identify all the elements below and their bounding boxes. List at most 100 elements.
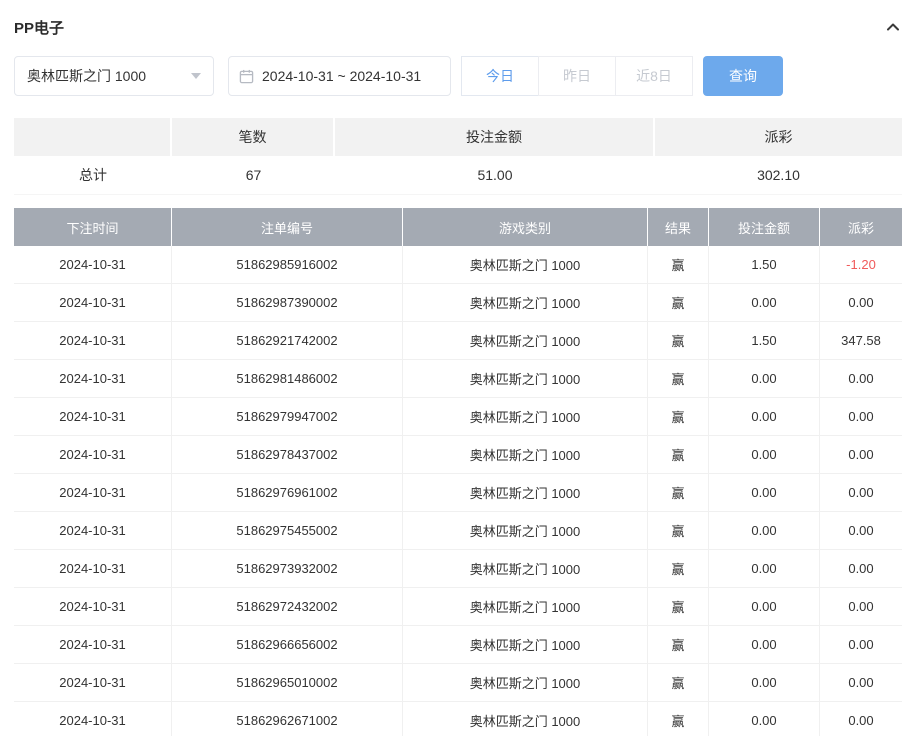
table-row: 2024-10-3151862979947002奥林匹斯之门 1000赢0.00… xyxy=(14,398,902,436)
search-button[interactable]: 查询 xyxy=(703,56,783,96)
cell-result: 赢 xyxy=(648,360,709,398)
table-row: 2024-10-3151862987390002奥林匹斯之门 1000赢0.00… xyxy=(14,284,902,322)
summary-table: 笔数 投注金额 派彩 总计 67 51.00 302.10 xyxy=(14,118,902,195)
summary-total-row: 总计 67 51.00 302.10 xyxy=(14,156,902,195)
col-header-bet-time: 下注时间 xyxy=(14,208,172,246)
cell-bet-id: 51862978437002 xyxy=(172,436,403,474)
cell-game-type: 奥林匹斯之门 1000 xyxy=(403,664,648,702)
cell-result: 赢 xyxy=(648,588,709,626)
cell-bet-amount: 0.00 xyxy=(709,512,820,550)
cell-bet-time: 2024-10-31 xyxy=(14,626,172,664)
game-select-value: 奥林匹斯之门 1000 xyxy=(27,66,146,86)
cell-payout: 0.00 xyxy=(820,588,902,626)
cell-payout: 347.58 xyxy=(820,322,902,360)
cell-game-type: 奥林匹斯之门 1000 xyxy=(403,550,648,588)
cell-bet-id: 51862921742002 xyxy=(172,322,403,360)
cell-bet-amount: 0.00 xyxy=(709,360,820,398)
date-range-picker[interactable]: 2024-10-31 ~ 2024-10-31 xyxy=(228,56,451,96)
table-row: 2024-10-3151862972432002奥林匹斯之门 1000赢0.00… xyxy=(14,588,902,626)
date-range-value: 2024-10-31 ~ 2024-10-31 xyxy=(262,68,421,84)
cell-result: 赢 xyxy=(648,474,709,512)
quick-range-today-button[interactable]: 今日 xyxy=(461,56,539,96)
cell-bet-amount: 0.00 xyxy=(709,664,820,702)
summary-total-label: 总计 xyxy=(14,156,172,195)
cell-result: 赢 xyxy=(648,664,709,702)
col-header-bet-id: 注单编号 xyxy=(172,208,403,246)
cell-payout: 0.00 xyxy=(820,664,902,702)
pp-electronic-panel: PP电子 奥林匹斯之门 1000 2024-10-31 ~ 2024-10-31… xyxy=(0,0,916,736)
cell-bet-time: 2024-10-31 xyxy=(14,588,172,626)
cell-game-type: 奥林匹斯之门 1000 xyxy=(403,588,648,626)
cell-bet-time: 2024-10-31 xyxy=(14,702,172,736)
col-header-game-type: 游戏类别 xyxy=(403,208,648,246)
cell-payout: 0.00 xyxy=(820,436,902,474)
cell-game-type: 奥林匹斯之门 1000 xyxy=(403,702,648,736)
cell-bet-id: 51862987390002 xyxy=(172,284,403,322)
cell-bet-amount: 1.50 xyxy=(709,322,820,360)
summary-header-payout: 派彩 xyxy=(655,118,902,156)
quick-range-yesterday-button[interactable]: 昨日 xyxy=(538,56,616,96)
cell-game-type: 奥林匹斯之门 1000 xyxy=(403,512,648,550)
cell-bet-id: 51862981486002 xyxy=(172,360,403,398)
cell-result: 赢 xyxy=(648,626,709,664)
table-row: 2024-10-3151862973932002奥林匹斯之门 1000赢0.00… xyxy=(14,550,902,588)
cell-bet-amount: 0.00 xyxy=(709,474,820,512)
table-row: 2024-10-3151862976961002奥林匹斯之门 1000赢0.00… xyxy=(14,474,902,512)
cell-payout: 0.00 xyxy=(820,474,902,512)
cell-bet-time: 2024-10-31 xyxy=(14,284,172,322)
summary-header-count: 笔数 xyxy=(172,118,335,156)
cell-bet-amount: 0.00 xyxy=(709,398,820,436)
col-header-payout: 派彩 xyxy=(820,208,902,246)
table-row: 2024-10-3151862965010002奥林匹斯之门 1000赢0.00… xyxy=(14,664,902,702)
cell-bet-amount: 0.00 xyxy=(709,436,820,474)
cell-payout: 0.00 xyxy=(820,284,902,322)
cell-bet-id: 51862975455002 xyxy=(172,512,403,550)
filter-bar: 奥林匹斯之门 1000 2024-10-31 ~ 2024-10-31 今日 昨… xyxy=(14,56,902,96)
cell-result: 赢 xyxy=(648,436,709,474)
cell-bet-id: 51862976961002 xyxy=(172,474,403,512)
cell-bet-time: 2024-10-31 xyxy=(14,550,172,588)
cell-bet-time: 2024-10-31 xyxy=(14,322,172,360)
bet-records-table: 下注时间 注单编号 游戏类别 结果 投注金额 派彩 2024-10-315186… xyxy=(14,208,902,736)
cell-bet-id: 51862985916002 xyxy=(172,246,403,284)
cell-result: 赢 xyxy=(648,246,709,284)
quick-range-group: 今日 昨日 近8日 xyxy=(461,56,693,96)
table-row: 2024-10-3151862966656002奥林匹斯之门 1000赢0.00… xyxy=(14,626,902,664)
panel-header: PP电子 xyxy=(14,14,902,40)
calendar-icon xyxy=(239,69,254,84)
cell-bet-id: 51862972432002 xyxy=(172,588,403,626)
table-row: 2024-10-3151862985916002奥林匹斯之门 1000赢1.50… xyxy=(14,246,902,284)
cell-game-type: 奥林匹斯之门 1000 xyxy=(403,626,648,664)
cell-game-type: 奥林匹斯之门 1000 xyxy=(403,474,648,512)
cell-payout: 0.00 xyxy=(820,398,902,436)
quick-range-8days-button[interactable]: 近8日 xyxy=(615,56,693,96)
cell-bet-time: 2024-10-31 xyxy=(14,436,172,474)
summary-header-bet-amount: 投注金额 xyxy=(335,118,655,156)
cell-result: 赢 xyxy=(648,284,709,322)
game-select[interactable]: 奥林匹斯之门 1000 xyxy=(14,56,214,96)
cell-game-type: 奥林匹斯之门 1000 xyxy=(403,436,648,474)
collapse-chevron-up-icon[interactable] xyxy=(884,18,902,36)
cell-bet-time: 2024-10-31 xyxy=(14,398,172,436)
cell-bet-time: 2024-10-31 xyxy=(14,360,172,398)
col-header-result: 结果 xyxy=(648,208,709,246)
cell-bet-amount: 1.50 xyxy=(709,246,820,284)
cell-bet-amount: 0.00 xyxy=(709,588,820,626)
cell-bet-amount: 0.00 xyxy=(709,626,820,664)
cell-bet-amount: 0.00 xyxy=(709,550,820,588)
cell-result: 赢 xyxy=(648,512,709,550)
col-header-bet-amount: 投注金额 xyxy=(709,208,820,246)
cell-game-type: 奥林匹斯之门 1000 xyxy=(403,360,648,398)
cell-bet-id: 51862965010002 xyxy=(172,664,403,702)
table-row: 2024-10-3151862981486002奥林匹斯之门 1000赢0.00… xyxy=(14,360,902,398)
summary-total-bet: 51.00 xyxy=(335,156,655,195)
cell-bet-id: 51862966656002 xyxy=(172,626,403,664)
cell-bet-id: 51862962671002 xyxy=(172,702,403,736)
cell-payout: 0.00 xyxy=(820,360,902,398)
cell-bet-id: 51862979947002 xyxy=(172,398,403,436)
summary-total-payout: 302.10 xyxy=(655,156,902,195)
cell-bet-amount: 0.00 xyxy=(709,702,820,736)
table-row: 2024-10-3151862978437002奥林匹斯之门 1000赢0.00… xyxy=(14,436,902,474)
panel-title: PP电子 xyxy=(14,17,64,38)
cell-bet-time: 2024-10-31 xyxy=(14,664,172,702)
